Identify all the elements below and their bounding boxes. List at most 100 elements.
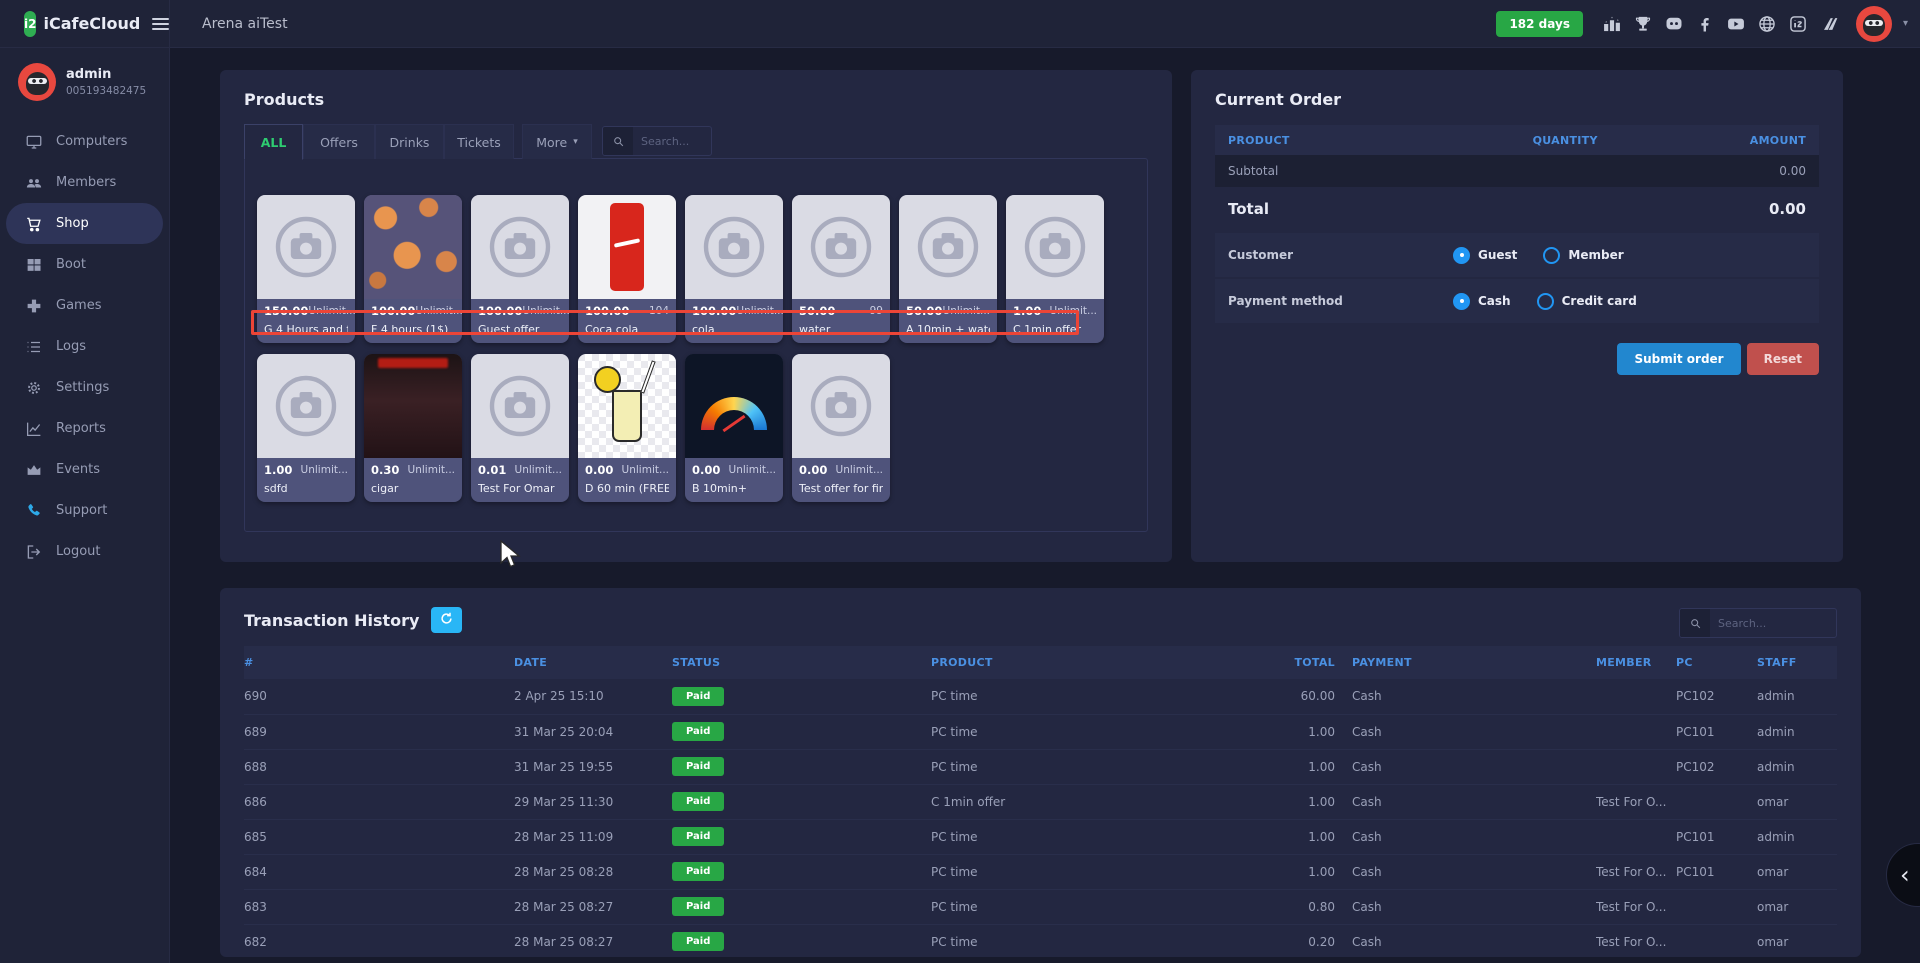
- trophy-icon[interactable]: [1633, 14, 1653, 34]
- product-card-f-4-hours-1[interactable]: 100.00Unlimit...F 4 hours (1$): [364, 195, 462, 343]
- order-column-quantity: QUANTITY: [1485, 134, 1646, 147]
- sidebar-item-logout[interactable]: Logout: [0, 531, 169, 572]
- reset-button[interactable]: Reset: [1747, 343, 1819, 375]
- product-card-footer: 100.00Unlimit...Guest offer: [471, 299, 569, 343]
- cell-product: PC time: [931, 889, 1231, 924]
- cell-pc: PC101: [1676, 854, 1757, 889]
- subtotal-value: 0.00: [1779, 164, 1806, 178]
- member-radio[interactable]: [1543, 247, 1560, 264]
- product-card-footer: 1.00Unlimit...sdfd: [257, 458, 355, 502]
- product-card-d-60-min-free[interactable]: 0.00Unlimit...D 60 min (FREE): [578, 354, 676, 502]
- camera-placeholder-icon: [471, 195, 569, 299]
- tab-tickets[interactable]: Tickets: [444, 124, 514, 159]
- refresh-button[interactable]: [431, 607, 462, 633]
- cell-pc: PC102: [1676, 679, 1757, 714]
- cash-radio[interactable]: [1453, 293, 1470, 310]
- product-name: water: [799, 323, 883, 343]
- product-stock: Unlimit...: [415, 305, 462, 317]
- cell-number: 684: [244, 854, 514, 889]
- product-card-test-for-omar[interactable]: 0.01Unlimit...Test For Omar: [471, 354, 569, 502]
- transactions-search-input[interactable]: [1710, 609, 1836, 637]
- cell-pc: [1676, 784, 1757, 819]
- column-header-payment: PAYMENT: [1335, 646, 1596, 679]
- tab-label: Offers: [320, 135, 358, 150]
- product-card-b-10min[interactable]: 0.00Unlimit...B 10min+: [685, 354, 783, 502]
- product-stock: Unlimit...: [301, 464, 348, 476]
- product-card-coca-cola[interactable]: 100.00104Coca cola: [578, 195, 676, 343]
- product-name: D 60 min (FREE): [585, 482, 669, 502]
- customer-option-member[interactable]: Member: [1543, 247, 1623, 264]
- product-price: 50.00: [906, 304, 942, 318]
- globe-icon[interactable]: [1757, 14, 1777, 34]
- customer-option-guest[interactable]: Guest: [1453, 247, 1517, 264]
- payment-option-cash[interactable]: Cash: [1453, 293, 1511, 310]
- sidebar-item-logs[interactable]: Logs: [0, 326, 169, 367]
- column-header-total: TOTAL: [1231, 646, 1335, 679]
- sidebar-item-members[interactable]: Members: [0, 162, 169, 203]
- youtube-icon[interactable]: [1726, 14, 1746, 34]
- products-search-input[interactable]: [633, 127, 711, 155]
- product-price: 150.00: [264, 304, 308, 318]
- cell-pc: [1676, 924, 1757, 957]
- user-avatar: [18, 63, 56, 101]
- product-card-footer: 0.00Unlimit...D 60 min (FREE): [578, 458, 676, 502]
- product-price: 100.00: [585, 304, 629, 318]
- sidebar-item-computers[interactable]: Computers: [0, 121, 169, 162]
- tab-offers[interactable]: Offers: [303, 124, 375, 159]
- product-card-g-4-hours-and-f[interactable]: 150.00Unlimit...G 4 Hours and f...: [257, 195, 355, 343]
- product-price: 0.00: [799, 463, 827, 477]
- cell-number: 686: [244, 784, 514, 819]
- cell-pc: PC101: [1676, 714, 1757, 749]
- cell-date: 28 Mar 25 08:27: [514, 889, 672, 924]
- product-image: [578, 195, 676, 299]
- sidebar-item-reports[interactable]: Reports: [0, 408, 169, 449]
- discord-icon[interactable]: [1664, 14, 1684, 34]
- product-card-water[interactable]: 50.0099water: [792, 195, 890, 343]
- user-avatar[interactable]: [1856, 6, 1892, 42]
- sidebar-item-games[interactable]: Games: [0, 285, 169, 326]
- sidebar-item-boot[interactable]: Boot: [0, 244, 169, 285]
- chevron-down-icon[interactable]: ▾: [1903, 18, 1908, 29]
- product-card-guest-offer[interactable]: 100.00Unlimit...Guest offer: [471, 195, 569, 343]
- hamburger-menu-icon[interactable]: [152, 15, 169, 33]
- transaction-row-686: 68629 Mar 25 11:30PaidC 1min offer1.00Ca…: [244, 784, 1837, 819]
- sidebar-user-block[interactable]: admin 005193482475: [0, 48, 169, 113]
- top-navbar: i2 iCafeCloud Arena aiTest 182 days ▾: [0, 0, 1920, 48]
- icafecloud-icon[interactable]: [1788, 14, 1808, 34]
- search-icon: [603, 127, 633, 155]
- product-card-test-offer-for-fir[interactable]: 0.00Unlimit...Test offer for fir...: [792, 354, 890, 502]
- product-card-a-10min-water[interactable]: 50.00Unlimit...A 10min + water: [899, 195, 997, 343]
- product-image: [685, 354, 783, 458]
- credit-card-radio[interactable]: [1537, 293, 1554, 310]
- sidebar-item-events[interactable]: Events: [0, 449, 169, 490]
- license-days-badge[interactable]: 182 days: [1496, 11, 1583, 37]
- sidebar-item-support[interactable]: Support: [0, 490, 169, 531]
- ranking-icon[interactable]: [1602, 14, 1622, 34]
- products-tab-content: 150.00Unlimit...G 4 Hours and f...100.00…: [244, 158, 1148, 532]
- sidebar-item-label: Games: [56, 298, 101, 313]
- submit-order-button[interactable]: Submit order: [1617, 343, 1740, 375]
- sidebar-item-shop[interactable]: Shop: [6, 203, 163, 244]
- tab-more[interactable]: More▾: [522, 124, 592, 159]
- product-card-c-1min-offer[interactable]: 1.00Unlimit...C 1min offer: [1006, 195, 1104, 343]
- user-id: 005193482475: [66, 85, 146, 97]
- product-price: 1.00: [1013, 304, 1041, 318]
- status-badge: Paid: [672, 932, 724, 951]
- product-card-sdfd[interactable]: 1.00Unlimit...sdfd: [257, 354, 355, 502]
- facebook-icon[interactable]: [1695, 14, 1715, 34]
- product-card-cola[interactable]: 100.00Unlimit...cola: [685, 195, 783, 343]
- tab-label: More: [536, 135, 567, 150]
- cell-staff: omar: [1757, 854, 1837, 889]
- payment-option-credit-card[interactable]: Credit card: [1537, 293, 1637, 310]
- cell-member: Test For O...: [1596, 854, 1676, 889]
- sidebar-item-settings[interactable]: Settings: [0, 367, 169, 408]
- layers-icon[interactable]: [1819, 14, 1839, 34]
- tab-all[interactable]: ALL: [244, 124, 303, 160]
- status-cell: Paid: [672, 784, 931, 819]
- guest-radio[interactable]: [1453, 247, 1470, 264]
- transaction-row-688: 68831 Mar 25 19:55PaidPC time1.00CashPC1…: [244, 749, 1837, 784]
- user-name: admin: [66, 67, 146, 82]
- product-card-cigar[interactable]: 0.30Unlimit...cigar: [364, 354, 462, 502]
- tab-drinks[interactable]: Drinks: [375, 124, 444, 159]
- product-card-footer: 0.00Unlimit...Test offer for fir...: [792, 458, 890, 502]
